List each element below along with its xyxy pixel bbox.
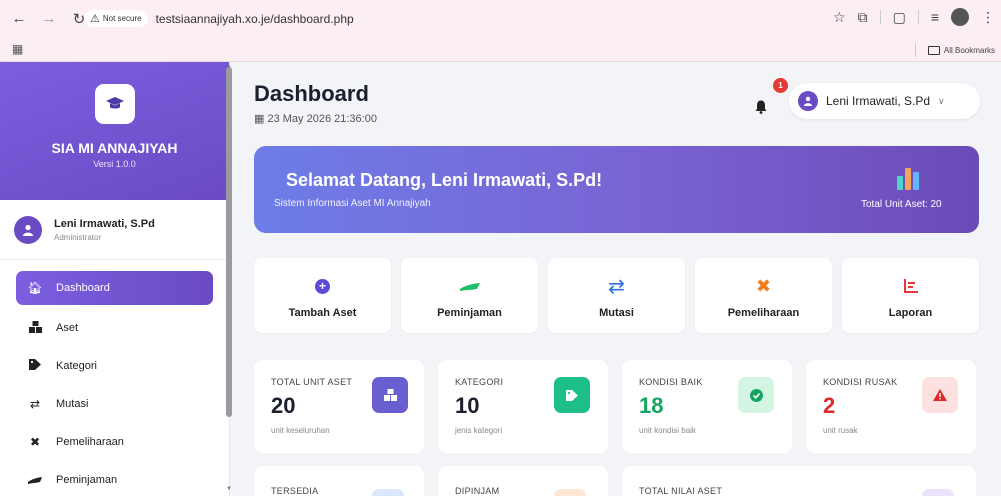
sidebar-item-mutasi[interactable]: ⇄ Mutasi [16,385,213,423]
bookmarks-bar: ▦ All Bookmarks [0,37,1001,62]
tags-icon [26,359,44,373]
forward-icon[interactable]: → [38,8,60,30]
plus-circle-icon: + [315,278,330,294]
chevron-down-icon: ∨ [938,95,945,106]
url-text: testsiaannajiyah.xo.je/dashboard.php [155,11,354,26]
star-icon[interactable]: ☆ [833,9,846,26]
stats-row-2: TERSEDIA DIPINJAM TOTAL NILAI ASET [254,466,976,496]
home-icon: 🏠︎ [27,281,43,295]
exchange-icon: ⇄ [29,397,41,411]
tab-search-icon[interactable]: ≡ [931,9,939,25]
sidebar-item-dashboard[interactable]: 🏠︎ Dashboard [16,271,213,305]
value-icon [922,489,954,496]
extensions-icon[interactable]: ⧉ [858,9,868,26]
user-icon [798,91,818,111]
tools-icon: ✖ [755,275,772,296]
sidebar-item-kategori[interactable]: Kategori [16,347,213,385]
scroll-down-arrow[interactable]: ▼ [226,486,232,492]
all-bookmarks[interactable]: All Bookmarks [914,43,995,57]
sidebar-header: SIA MI ANNAJIYAH Versi 1.0.0 [0,62,229,200]
browser-toolbar: ← → ↻ ⚠ Not secure testsiaannajiyah.xo.je… [0,0,1001,37]
welcome-title: Selamat Datang, Leni Irmawati, S.Pd! [286,170,603,190]
handshake-icon [26,473,44,487]
boxes-icon [26,320,44,336]
user-menu-name: Leni Irmawati, S.Pd [826,94,931,108]
quick-actions: + Tambah Aset Peminjaman ⇄ Mutasi ✖ Peme… [254,258,979,333]
sidebar: SIA MI ANNAJIYAH Versi 1.0.0 Leni Irmawa… [0,62,230,496]
sidebar-user-role: Administrator [54,232,102,242]
apps-icon[interactable]: ▦ [12,42,23,56]
bar-chart-icon [897,168,919,190]
welcome-subtitle: Sistem Informasi Aset MI Annajiyah [274,198,431,209]
stats-row: TOTAL UNIT ASET 20 unit keseluruhan KATE… [254,360,976,453]
app-name: SIA MI ANNAJIYAH [51,140,178,156]
profile-avatar[interactable] [951,8,969,26]
chart-icon [842,276,979,296]
sidebar-scrollbar[interactable] [226,67,232,417]
available-icon [372,489,404,496]
check-circle-icon [738,377,774,413]
page-datetime: ▦ 23 May 2026 21:36:00 [254,113,377,125]
boxes-icon [372,377,408,413]
action-mutasi[interactable]: ⇄ Mutasi [548,258,685,333]
sidebar-item-aset[interactable]: Aset [16,309,213,347]
tools-icon: ✖ [29,435,41,449]
bell-icon[interactable] [755,100,769,114]
stat-card-total-nilai: TOTAL NILAI ASET [622,466,976,496]
sidebar-item-peminjaman[interactable]: Peminjaman [16,461,213,496]
stat-card-kondisi-baik: KONDISI BAIK 18 unit kondisi baik [622,360,792,453]
app-version: Versi 1.0.0 [93,159,136,169]
calendar-icon: ▦ [254,113,265,125]
handshake-icon [401,276,538,296]
borrowed-icon [554,489,586,496]
action-tambah-aset[interactable]: + Tambah Aset [254,258,391,333]
sidebar-user-name: Leni Irmawati, S.Pd [54,217,155,230]
graduation-cap-icon [94,84,135,124]
sidebar-user-card: Leni Irmawati, S.Pd Administrator [0,200,229,260]
main-content: Dashboard ▦ 23 May 2026 21:36:00 1 Leni … [236,62,1001,496]
stat-card-kondisi-rusak: KONDISI RUSAK 2 unit rusak [806,360,976,453]
action-peminjaman[interactable]: Peminjaman [401,258,538,333]
user-menu-dropdown[interactable]: Leni Irmawati, S.Pd ∨ [789,83,980,119]
warning-icon [922,377,958,413]
user-icon [14,215,42,244]
sidebar-item-pemeliharaan[interactable]: ✖ Pemeliharaan [16,423,213,461]
notification-badge: 1 [773,78,788,93]
page-title: Dashboard [254,81,369,106]
total-unit-label: Total Unit Aset: 20 [861,199,942,210]
folder-icon [927,45,940,55]
action-laporan[interactable]: Laporan [842,258,979,333]
sidebar-menu: 🏠︎ Dashboard Aset Kategori ⇄ Mutasi ✖ Pe… [0,260,229,496]
action-pemeliharaan[interactable]: ✖ Pemeliharaan [695,258,832,333]
back-icon[interactable]: ← [8,8,30,30]
warning-icon: ⚠ [90,13,100,25]
address-bar[interactable]: ⚠ Not secure testsiaannajiyah.xo.je/dashb… [84,6,824,31]
stat-card-dipinjam: DIPINJAM [438,466,608,496]
not-secure-badge[interactable]: ⚠ Not secure [84,10,148,27]
lens-icon[interactable]: ▢ [893,9,906,26]
exchange-icon: ⇄ [608,275,625,298]
tags-icon [554,377,590,413]
kebab-menu-icon[interactable]: ⋮ [981,9,995,26]
stat-card-kategori: KATEGORI 10 jenis kategori [438,360,608,453]
stat-card-tersedia: TERSEDIA [254,466,424,496]
welcome-banner: Selamat Datang, Leni Irmawati, S.Pd! Sis… [254,146,979,233]
stat-card-total-unit: TOTAL UNIT ASET 20 unit keseluruhan [254,360,424,453]
